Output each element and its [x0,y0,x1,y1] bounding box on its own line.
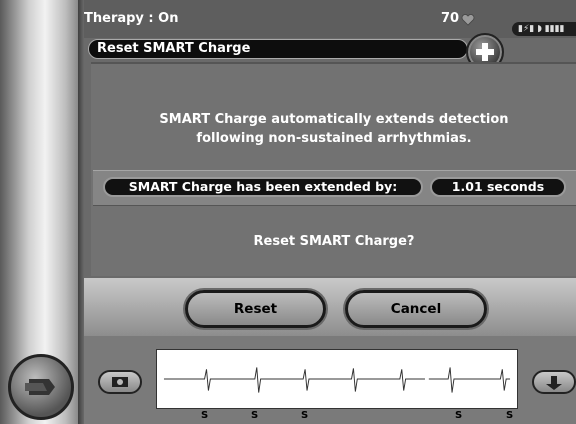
ecg-marker: S [301,410,309,421]
therapy-status: Therapy : On [84,11,179,26]
description-text: SMART Charge automatically extends detec… [91,110,576,148]
ecg-marker: S [251,410,259,421]
heart-rate: 70 [441,11,460,26]
ecg-right-button[interactable] [532,370,576,394]
description-line-2: following non-sustained arrhythmias. [196,131,472,146]
device-status-strip: ▮⚡▮ ◗ ▮▮▮▮ [512,22,576,36]
ecg-marker: S [201,410,209,421]
reset-question: Reset SMART Charge? [253,234,415,249]
ecg-marker: S [455,410,463,421]
ecg-trace [163,367,511,393]
plus-icon [476,43,494,61]
reset-button[interactable]: Reset [185,290,326,328]
dialog-title: Reset SMART Charge [97,41,251,56]
panel-divider [91,62,576,64]
ecg-left-button[interactable] [98,370,142,394]
home-button[interactable] [8,354,74,420]
return-icon [25,379,55,395]
ecg-marker: S [506,410,514,421]
description-line-1: SMART Charge automatically extends detec… [159,112,509,127]
heart-icon [461,14,475,26]
cancel-button[interactable]: Cancel [345,290,487,328]
arrow-icon [546,376,562,390]
extended-value: 1.01 seconds [430,177,566,197]
camera-icon [112,377,128,387]
button-area [84,278,576,336]
ecg-strip [156,349,518,409]
extended-label: SMART Charge has been extended by: [103,177,423,197]
